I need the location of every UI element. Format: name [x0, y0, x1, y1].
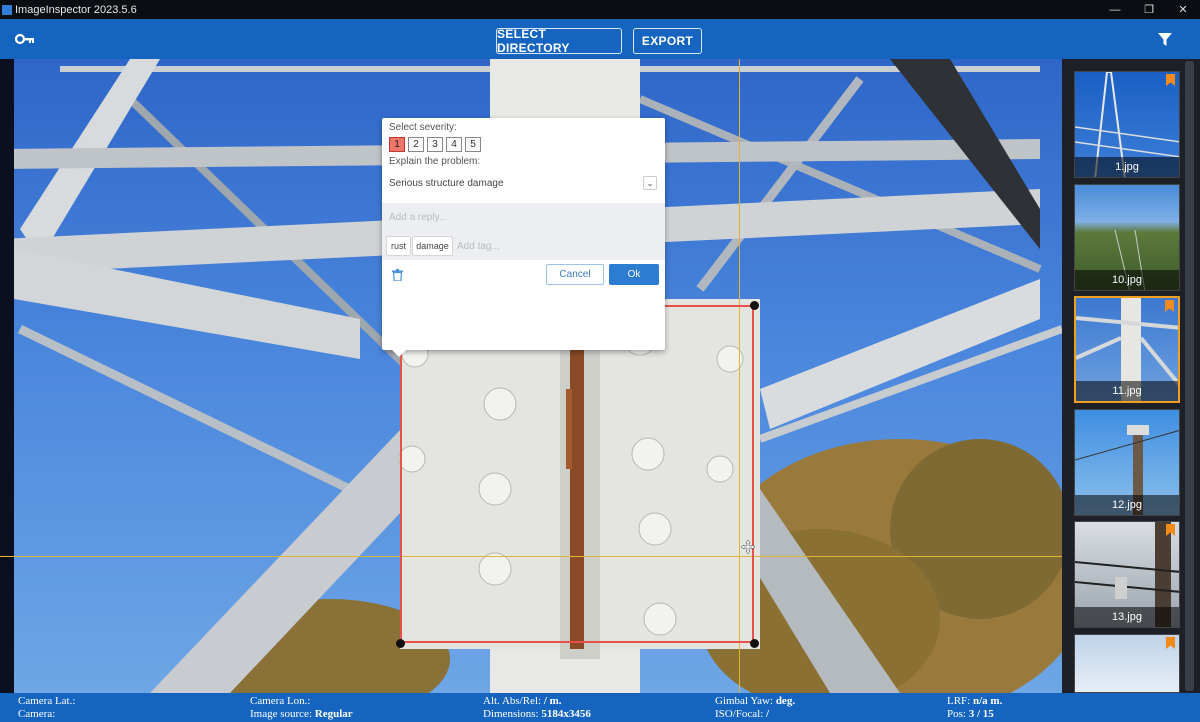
window-title: ImageInspector 2023.5.6	[15, 3, 137, 16]
dimensions: Dimensions: 5184x3456	[483, 708, 591, 720]
thumbnail-label: 12.jpg	[1075, 495, 1179, 515]
lrf: LRF: n/a m.	[947, 695, 1003, 707]
position-counter: Pos: 3 / 15	[947, 708, 994, 720]
bookmark-icon[interactable]	[1166, 74, 1175, 86]
thumbnail-label: 13.jpg	[1075, 607, 1179, 627]
reply-input[interactable]: Add a reply...	[382, 203, 665, 233]
severity-option-1[interactable]: 1	[389, 137, 405, 152]
resize-handle-top-right[interactable]	[750, 301, 759, 310]
filter-icon[interactable]	[1158, 33, 1172, 47]
trash-icon[interactable]	[392, 269, 403, 281]
tag-rust[interactable]: rust	[386, 236, 411, 256]
chevron-down-icon[interactable]: ⌄	[643, 176, 657, 190]
severity-option-5[interactable]: 5	[465, 137, 481, 152]
export-button[interactable]: EXPORT	[633, 28, 702, 54]
image-viewer[interactable]: Select severity: 1 2 3 4 5 Explain the p…	[0, 59, 1062, 693]
title-bar: ImageInspector 2023.5.6 — ❐ ✕	[0, 0, 1200, 19]
ok-button[interactable]: Ok	[609, 264, 659, 285]
problem-dropdown[interactable]: Serious structure damage ⌄	[382, 172, 665, 198]
reply-placeholder: Add a reply...	[389, 212, 448, 223]
resize-handle-bottom-right[interactable]	[750, 639, 759, 648]
tags-input[interactable]: rust damage Add tag...	[382, 233, 665, 260]
viewer-left-edge	[0, 59, 14, 693]
bookmark-icon[interactable]	[1165, 300, 1174, 312]
thumbnail-11[interactable]: 11.jpg	[1074, 296, 1180, 403]
key-icon[interactable]	[15, 32, 35, 46]
bookmark-icon[interactable]	[1166, 524, 1175, 536]
thumbnail-label: 1.jpg	[1075, 157, 1179, 177]
camera-lon: Camera Lon.:	[250, 695, 311, 707]
app-icon	[2, 4, 12, 15]
status-bar: Camera Lat.: Camera: Camera Lon.: Image …	[0, 693, 1200, 722]
minimize-button[interactable]: —	[1098, 0, 1132, 19]
camera-lat: Camera Lat.:	[18, 695, 76, 707]
thumbnail-label: 10.jpg	[1075, 270, 1179, 290]
add-tag-placeholder[interactable]: Add tag...	[457, 241, 500, 252]
severity-option-2[interactable]: 2	[408, 137, 424, 152]
annotation-popup: Select severity: 1 2 3 4 5 Explain the p…	[382, 118, 665, 357]
toolbar: SELECT DIRECTORY EXPORT	[0, 19, 1200, 59]
severity-selector: 1 2 3 4 5	[389, 137, 481, 152]
thumbnail-label: 11.jpg	[1076, 381, 1178, 401]
maximize-button[interactable]: ❐	[1132, 0, 1166, 19]
camera: Camera:	[18, 708, 56, 720]
severity-option-4[interactable]: 4	[446, 137, 462, 152]
iso-focal: ISO/Focal: /	[715, 708, 770, 720]
problem-dropdown-value: Serious structure damage	[389, 178, 504, 189]
close-button[interactable]: ✕	[1166, 0, 1200, 19]
thumbnail-12[interactable]: 12.jpg	[1074, 409, 1180, 516]
bookmark-icon[interactable]	[1166, 637, 1175, 649]
thumbnail-1[interactable]: 1.jpg	[1074, 71, 1180, 178]
resize-handle-bottom-left[interactable]	[396, 639, 405, 648]
thumbnail-13[interactable]: 13.jpg	[1074, 521, 1180, 628]
severity-label: Select severity:	[389, 122, 457, 133]
tag-damage[interactable]: damage	[412, 236, 453, 256]
move-icon[interactable]	[741, 540, 755, 554]
severity-option-3[interactable]: 3	[427, 137, 443, 152]
thumbnail-10[interactable]: 10.jpg	[1074, 184, 1180, 291]
window-controls: — ❐ ✕	[1098, 0, 1200, 19]
thumbnail-next[interactable]	[1074, 634, 1180, 693]
gimbal-yaw: Gimbal Yaw: deg.	[715, 695, 796, 707]
thumbnail-panel: 1.jpg 10.jpg 11.jpg 12.jpg 13.jpg	[1062, 59, 1200, 693]
image-source: Image source: Regular	[250, 708, 353, 720]
annotation-selection-box[interactable]	[400, 305, 754, 643]
popup-pointer	[392, 350, 406, 357]
thumbnail-scrollbar[interactable]	[1185, 61, 1194, 691]
select-directory-button[interactable]: SELECT DIRECTORY	[496, 27, 622, 55]
cancel-button[interactable]: Cancel	[546, 264, 604, 285]
altitude: Alt. Abs/Rel: / m.	[483, 695, 562, 707]
explain-problem-label: Explain the problem:	[389, 156, 481, 167]
